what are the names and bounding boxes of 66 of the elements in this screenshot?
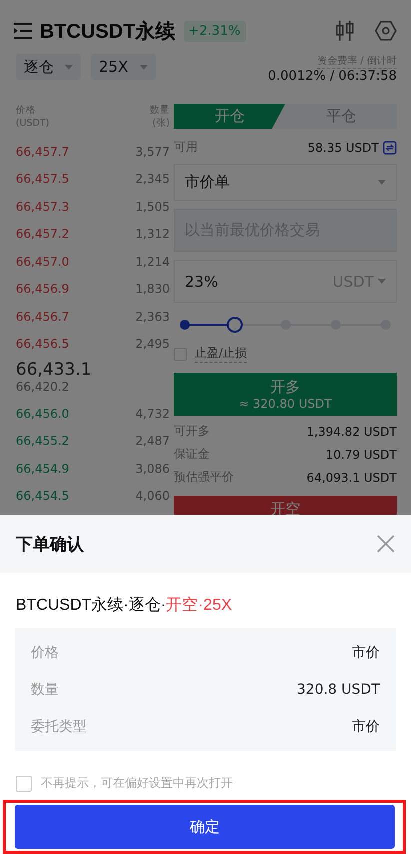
funding-value: 0.0012% / 06:37:58 bbox=[268, 69, 397, 84]
last-price: 66,433.1 bbox=[16, 360, 93, 380]
ask-price: 66,457.7 bbox=[16, 144, 70, 159]
checkbox[interactable] bbox=[174, 348, 187, 360]
detail-value: 320.8 USDT bbox=[297, 682, 380, 698]
tpsl-label[interactable]: 止盈/止损 bbox=[195, 345, 248, 363]
caret-icon bbox=[378, 279, 386, 284]
order-tab[interactable]: 开仓 bbox=[174, 104, 286, 129]
info-value: 64,093.1 USDT bbox=[306, 470, 397, 484]
order-type-select[interactable]: 市价单 bbox=[174, 164, 397, 201]
bid-price: 66,454.5 bbox=[16, 489, 70, 504]
info-label: 可开多 bbox=[174, 423, 210, 440]
dont-remind-label: 不再提示，可在偏好设置中再次打开 bbox=[41, 775, 233, 792]
candlestick-icon[interactable] bbox=[335, 20, 355, 42]
caret-icon bbox=[65, 64, 73, 70]
detail-label: 数量 bbox=[31, 680, 59, 698]
sheet-title: 下单确认 bbox=[16, 534, 84, 556]
ask-quantity: 2,363 bbox=[136, 310, 170, 324]
bid-price: 66,455.2 bbox=[16, 434, 70, 448]
ask-quantity: 1,505 bbox=[136, 200, 170, 214]
mark-price: 66,420.2 bbox=[16, 380, 70, 394]
ask-quantity: 1,214 bbox=[136, 254, 170, 269]
slider-thumb[interactable] bbox=[227, 317, 244, 333]
price-change: +2.31% bbox=[184, 20, 246, 42]
info-value: 10.79 USDT bbox=[326, 448, 397, 462]
ask-price: 66,457.2 bbox=[16, 227, 70, 242]
bid-quantity: 4,732 bbox=[136, 406, 170, 421]
info-label: 预估强平价 bbox=[174, 469, 234, 486]
detail-value: 市价 bbox=[352, 718, 380, 736]
ask-quantity: 2,495 bbox=[136, 337, 170, 352]
ask-price: 66,456.5 bbox=[16, 337, 70, 352]
caret-icon bbox=[378, 180, 386, 185]
close-icon[interactable] bbox=[377, 535, 395, 553]
step-dot bbox=[180, 320, 190, 330]
bid-quantity: 4,060 bbox=[136, 489, 170, 504]
transfer-icon[interactable] bbox=[383, 140, 397, 154]
ask-price: 66,457.0 bbox=[16, 254, 70, 269]
confirm-button[interactable]: 确定 bbox=[15, 805, 395, 849]
available-value: 58.35 USDT bbox=[308, 140, 379, 154]
ask-price: 66,456.9 bbox=[16, 282, 70, 296]
checkbox[interactable] bbox=[16, 776, 32, 792]
detail-value: 市价 bbox=[352, 644, 380, 662]
ask-price: 66,457.5 bbox=[16, 172, 70, 186]
bid-quantity: 3,086 bbox=[136, 462, 170, 476]
bid-price: 66,454.9 bbox=[16, 462, 70, 476]
info-value: 1,394.82 USDT bbox=[306, 424, 397, 438]
ask-quantity: 1,830 bbox=[136, 282, 170, 296]
order-summary: BTCUSDT永续·逐仓·开空·25X bbox=[16, 596, 234, 616]
open-long-button[interactable]: 开多 ≈ 320.80 USDT bbox=[174, 373, 397, 416]
ask-price: 66,456.7 bbox=[16, 310, 70, 324]
ask-price: 66,457.3 bbox=[16, 200, 70, 214]
detail-label: 委托类型 bbox=[31, 718, 87, 736]
ask-quantity: 2,345 bbox=[136, 172, 170, 186]
menu-icon[interactable] bbox=[14, 23, 32, 39]
leverage-select[interactable]: 25X bbox=[91, 54, 156, 80]
margin-mode-select[interactable]: 逐仓 bbox=[16, 54, 81, 80]
settings-icon[interactable] bbox=[375, 20, 397, 42]
caret-icon bbox=[140, 64, 148, 70]
bid-price: 66,456.0 bbox=[16, 406, 70, 421]
ask-quantity: 3,577 bbox=[136, 144, 170, 159]
market-title: BTCUSDT永续 bbox=[40, 20, 176, 44]
available-label: 可用 bbox=[174, 139, 198, 156]
ask-quantity: 1,312 bbox=[136, 227, 170, 242]
info-label: 保证金 bbox=[174, 446, 210, 463]
detail-label: 价格 bbox=[31, 644, 59, 662]
bid-quantity: 2,487 bbox=[136, 434, 170, 448]
